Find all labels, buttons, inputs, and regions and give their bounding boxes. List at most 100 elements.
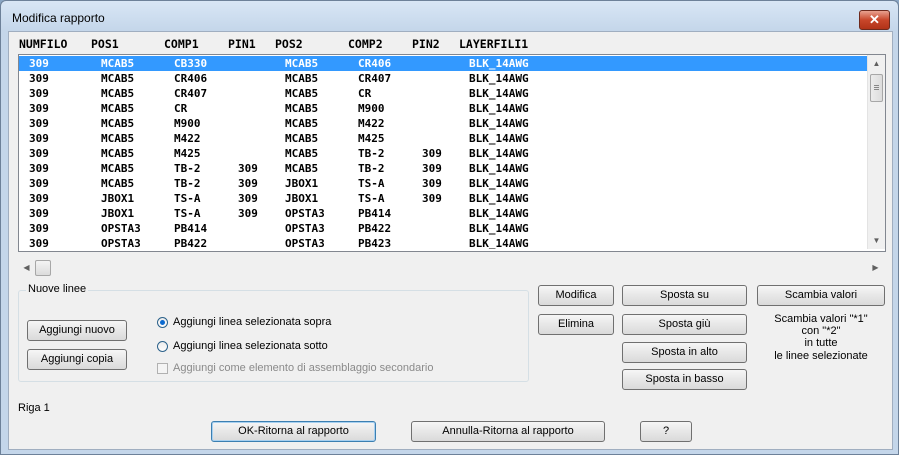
table-cell: MCAB5: [101, 57, 135, 70]
table-cell: TB-2: [358, 147, 385, 160]
scroll-up-icon[interactable]: ▲: [868, 55, 885, 72]
table-cell: 309: [422, 192, 442, 205]
table-row[interactable]: 309 MCAB5 CR406 MCAB5 CR407 BLK_14AWG: [19, 71, 868, 86]
table-cell: CR407: [358, 72, 392, 85]
cancel-button[interactable]: Annulla-Ritorna al rapporto: [411, 421, 605, 442]
table-row[interactable]: 309 JBOX1 TS-A 309 OPSTA3 PB414 BLK_14AWG: [19, 206, 868, 221]
table-cell: PB414: [174, 222, 208, 235]
table-cell: MCAB5: [285, 117, 319, 130]
checkbox-icon: [157, 363, 168, 374]
add-copy-button[interactable]: Aggiungi copia: [27, 349, 127, 370]
table-cell: OPSTA3: [285, 237, 325, 249]
table-cell: TB-2: [358, 162, 385, 175]
sposta-in-alto-button[interactable]: Sposta in alto: [622, 342, 747, 363]
table-cell: CR406: [174, 72, 208, 85]
dialog-client: NUMFILO POS1 COMP1 PIN1 POS2 COMP2 PIN2 LAYERFI…: [8, 31, 893, 450]
table-cell: JBOX1: [285, 192, 319, 205]
table-cell: M422: [174, 132, 201, 145]
help-button[interactable]: ?: [640, 421, 692, 442]
table-cell: M422: [358, 117, 385, 130]
table-cell: 309: [422, 147, 442, 160]
table-cell: BLK_14AWG: [469, 117, 529, 130]
column-header-cell: COMP2: [348, 37, 383, 51]
elimina-button[interactable]: Elimina: [538, 314, 614, 335]
table-cell: 309: [29, 177, 49, 190]
table-row[interactable]: 309 MCAB5 CR MCAB5 M900 BLK_14AWG: [19, 101, 868, 116]
ok-button[interactable]: OK-Ritorna al rapporto: [211, 421, 376, 442]
table-cell: M900: [174, 117, 201, 130]
table-cell: 309: [238, 192, 258, 205]
scroll-down-icon[interactable]: ▼: [868, 232, 885, 249]
scambia-valori-button[interactable]: Scambia valori: [757, 285, 885, 306]
horizontal-scroll-thumb[interactable]: [35, 260, 51, 276]
table-cell: BLK_14AWG: [469, 237, 529, 249]
sposta-giu-button[interactable]: Sposta giù: [622, 314, 747, 335]
table-cell: MCAB5: [101, 117, 135, 130]
table-cell: 309: [238, 162, 258, 175]
table-cell: BLK_14AWG: [469, 72, 529, 85]
column-header-cell: PIN1: [228, 37, 256, 51]
table-cell: BLK_14AWG: [469, 57, 529, 70]
table-row[interactable]: 309 MCAB5 CB330 MCAB5 CR406 BLK_14AWG: [19, 56, 868, 71]
table-row[interactable]: 309 MCAB5 CR407 MCAB5 CR BLK_14AWG: [19, 86, 868, 101]
table-cell: BLK_14AWG: [469, 222, 529, 235]
table-row[interactable]: 309 MCAB5 M900 MCAB5 M422 BLK_14AWG: [19, 116, 868, 131]
add-new-button[interactable]: Aggiungi nuovo: [27, 320, 127, 341]
column-header-cell: LAYERFILI1: [459, 37, 529, 51]
table-cell: 309: [29, 192, 49, 205]
vertical-scrollbar[interactable]: ▲ ▼: [867, 55, 885, 249]
horizontal-scrollbar[interactable]: ◀ ▶: [18, 259, 884, 276]
table-cell: TB-2: [174, 177, 201, 190]
table-cell: MCAB5: [285, 162, 319, 175]
table-cell: CB330: [174, 57, 208, 70]
table-cell: JBOX1: [101, 207, 135, 220]
vertical-scroll-thumb[interactable]: [870, 74, 883, 102]
table-cell: 309: [29, 237, 49, 249]
table-cell: PB423: [358, 237, 392, 249]
table-cell: MCAB5: [101, 132, 135, 145]
table-cell: M900: [358, 102, 385, 115]
table-cell: 309: [422, 162, 442, 175]
table-cell: 309: [238, 207, 258, 220]
table-row[interactable]: 309 JBOX1 TS-A 309 JBOX1 TS-A 309 BLK_14AWG: [19, 191, 868, 206]
sposta-in-basso-button[interactable]: Sposta in basso: [622, 369, 747, 390]
table-cell: BLK_14AWG: [469, 207, 529, 220]
table-cell: MCAB5: [285, 72, 319, 85]
table-cell: TS-A: [358, 177, 385, 190]
column-header-cell: POS2: [275, 37, 303, 51]
scambia-info-line-1: Scambia valori "*1": [774, 313, 868, 325]
table-cell: MCAB5: [101, 147, 135, 160]
table-cell: 309: [29, 72, 49, 85]
table-cell: PB422: [358, 222, 392, 235]
table-cell: JBOX1: [101, 192, 135, 205]
table-row[interactable]: 309 MCAB5 M422 MCAB5 M425 BLK_14AWG: [19, 131, 868, 146]
table-cell: BLK_14AWG: [469, 102, 529, 115]
scroll-right-icon[interactable]: ▶: [867, 259, 884, 276]
scroll-left-icon[interactable]: ◀: [18, 259, 35, 276]
title-bar: Modifica rapporto ✕: [1, 1, 898, 31]
scambia-info-line-2: con "*2": [801, 325, 841, 337]
table-cell: 309: [422, 177, 442, 190]
modifica-button[interactable]: Modifica: [538, 285, 614, 306]
table-cell: TS-A: [174, 192, 201, 205]
close-button[interactable]: ✕: [859, 10, 890, 30]
table-cell: OPSTA3: [285, 222, 325, 235]
table-cell: MCAB5: [285, 147, 319, 160]
status-text: Riga 1: [18, 402, 50, 414]
table-row[interactable]: 309 MCAB5 TB-2 309 JBOX1 TS-A 309 BLK_14AWG: [19, 176, 868, 191]
table-row[interactable]: 309 MCAB5 M425 MCAB5 TB-2 309 BLK_14AWG: [19, 146, 868, 161]
table-cell: 309: [29, 57, 49, 70]
table-cell: BLK_14AWG: [469, 192, 529, 205]
sposta-su-button[interactable]: Sposta su: [622, 285, 747, 306]
table-cell: TB-2: [174, 162, 201, 175]
table-cell: 309: [29, 117, 49, 130]
table-cell: CR406: [358, 57, 392, 70]
table-cell: CR: [358, 87, 372, 100]
table-row[interactable]: 309 OPSTA3 PB422 OPSTA3 PB423 BLK_14AWG: [19, 236, 868, 249]
table-row[interactable]: 309 MCAB5 TB-2 309 MCAB5 TB-2 309 BLK_14AWG: [19, 161, 868, 176]
table-cell: CR: [174, 102, 188, 115]
table-cell: PB414: [358, 207, 392, 220]
table-row[interactable]: 309 OPSTA3 PB414 OPSTA3 PB422 BLK_14AWG: [19, 221, 868, 236]
table-cell: CR407: [174, 87, 208, 100]
report-list[interactable]: 309 MCAB5 CB330 MCAB5 CR406 BLK_14AWG 309 MCAB5…: [18, 54, 886, 252]
